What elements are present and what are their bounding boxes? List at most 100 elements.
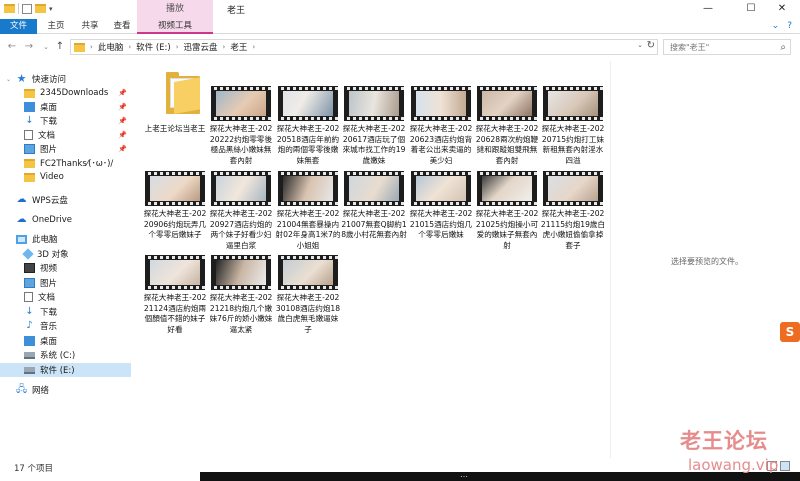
nav-wps-cloud[interactable]: ☁ WPS云盘 <box>0 193 131 207</box>
ribbon-right-controls: ⌄ ? <box>772 21 792 31</box>
nav-label: FC2Thanks⁄(･ω･)/ <box>40 159 114 169</box>
video-item[interactable]: 探花大神老王-20221115约炮19歲白虎小嫩妞偷偷拿掉套子 <box>541 146 605 266</box>
tab-home[interactable]: 主页 <box>42 19 70 34</box>
video-thumbnail <box>411 86 471 121</box>
divider <box>18 3 19 14</box>
nav-documents-quick[interactable]: 文档 📌 <box>0 128 131 142</box>
nav-onedrive[interactable]: ☁ OneDrive <box>0 213 131 227</box>
breadcrumb-laowang[interactable]: 老王 <box>230 41 247 53</box>
tab-video-tools[interactable]: 视频工具 <box>137 19 213 34</box>
pin-icon[interactable]: 📌 <box>118 103 127 111</box>
nav-music[interactable]: ♪ 音乐 <box>0 319 131 333</box>
nav-downloads-quick[interactable]: ↓ 下载 📌 <box>0 114 131 128</box>
nav-network[interactable]: 🖧 网络 <box>0 383 131 397</box>
video-thumbnail <box>145 255 205 290</box>
chevron-right-icon[interactable]: › <box>128 43 131 51</box>
help-icon[interactable]: ? <box>787 21 792 31</box>
chevron-right-icon[interactable]: › <box>176 43 179 51</box>
back-button[interactable]: ← <box>5 40 19 54</box>
pc-icon <box>16 234 27 244</box>
nav-drive-c[interactable]: 系统 (C:) <box>0 348 131 362</box>
nav-drive-e[interactable]: 软件 (E:) <box>0 363 131 377</box>
file-name: 探花大神老王-20221218约炮几个嫩妹76斤的娇小嫩妹逼太紧 <box>209 293 273 334</box>
nav-fc2thanks[interactable]: FC2Thanks⁄(･ω･)/ <box>0 156 131 170</box>
video-item[interactable]: 探花大神老王-20221007無套Q脚約18歲小村花無套內射 <box>341 146 407 266</box>
folder-icon[interactable] <box>4 4 15 13</box>
breadcrumb-drive-e[interactable]: 软件 (E:) <box>136 41 171 53</box>
video-thumbnail <box>543 171 603 206</box>
refresh-icon[interactable]: ↻ <box>647 40 655 51</box>
file-name: 上老王论坛当老王 <box>144 124 206 133</box>
video-thumbnail <box>278 171 338 206</box>
chevron-down-icon[interactable]: ▾ <box>49 5 53 13</box>
forward-button[interactable]: → <box>22 40 36 54</box>
search-input[interactable] <box>670 42 770 52</box>
properties-icon[interactable] <box>22 3 32 14</box>
recent-locations-button[interactable]: ⌄ <box>39 40 53 54</box>
video-item[interactable]: 探花大神老王-20221124酒店約炮兩個顏值不錯的妹子 好看 <box>144 230 206 350</box>
video-item[interactable]: 探花大神老王-20221025约炮操小可爱的嫩妹子無套內射 <box>476 146 538 266</box>
nav-pictures-quick[interactable]: 图片 📌 <box>0 142 131 156</box>
nav-pictures[interactable]: 图片 <box>0 276 131 290</box>
chevron-right-icon[interactable]: › <box>90 43 93 51</box>
nav-videos[interactable]: 视频 <box>0 261 131 275</box>
minimize-button[interactable]: — <box>690 0 726 19</box>
chevron-down-icon[interactable]: ⌄ <box>772 21 780 31</box>
star-icon: ★ <box>16 72 27 85</box>
nav-quick-access[interactable]: ⌄ ★ 快速访问 <box>0 72 131 86</box>
watermark-url: laowang.vip <box>688 456 779 474</box>
chevron-down-icon[interactable]: ⌄ <box>637 41 643 49</box>
video-thumbnail <box>543 86 603 121</box>
new-folder-icon[interactable] <box>35 4 46 13</box>
breadcrumb-xunlei[interactable]: 迅雷云盘 <box>184 41 218 53</box>
nav-video-folder[interactable]: Video <box>0 170 131 184</box>
up-button[interactable]: ↑ <box>53 40 67 54</box>
tab-file[interactable]: 文件 <box>0 19 37 34</box>
3d-icon <box>22 248 34 260</box>
nav-downloads[interactable]: ↓ 下载 <box>0 305 131 319</box>
file-name: 探花大神老王-20230108酒店约炮18歲白虎無毛嫩逼妹子 <box>275 293 341 334</box>
pin-icon[interactable]: 📌 <box>118 145 127 153</box>
nav-desktop[interactable]: 桌面 <box>0 334 131 348</box>
close-button[interactable]: ✕ <box>764 0 800 19</box>
ribbon-tabs: 文件 主页 共享 查看 视频工具 ⌄ ? <box>0 19 800 34</box>
chevron-down-icon[interactable]: ⌄ <box>6 76 14 83</box>
nav-3d-objects[interactable]: 3D 对象 <box>0 247 131 261</box>
pin-icon[interactable]: 📌 <box>118 117 127 125</box>
nav-this-pc[interactable]: 此电脑 <box>0 232 131 246</box>
nav-label: 桌面 <box>40 103 58 113</box>
large-icons-view-icon[interactable] <box>780 461 790 471</box>
video-icon <box>24 263 35 273</box>
sogou-ime-icon[interactable]: S <box>780 322 800 342</box>
pin-icon[interactable]: 📌 <box>118 89 127 97</box>
navigation-pane: ⌄ ★ 快速访问 2345Downloads 📌 桌面 📌 ↓ 下载 📌 文档 … <box>0 61 133 458</box>
video-item[interactable]: 探花大神老王-20221218约炮几个嫩妹76斤的娇小嫩妹逼太紧 <box>209 230 273 350</box>
nav-label: 图片 <box>40 279 58 289</box>
nav-label: 图片 <box>40 145 58 155</box>
chevron-right-icon[interactable]: › <box>223 43 226 51</box>
address-bar[interactable]: › 此电脑 › 软件 (E:) › 迅雷云盘 › 老王 › ⌄ ↻ <box>70 39 658 55</box>
chevron-right-icon[interactable]: › <box>252 43 255 51</box>
search-box[interactable]: ⌕ <box>663 39 791 55</box>
tab-view[interactable]: 查看 <box>108 19 136 34</box>
document-icon <box>24 292 33 302</box>
preview-empty-text: 选择要预览的文件。 <box>671 257 743 266</box>
document-icon <box>24 130 33 140</box>
breadcrumb-this-pc[interactable]: 此电脑 <box>98 41 124 53</box>
watermark-brand: 老王论坛 <box>680 429 768 453</box>
tab-share[interactable]: 共享 <box>76 19 104 34</box>
picture-icon <box>24 144 35 154</box>
nav-label: 视频 <box>40 264 58 274</box>
music-icon: ♪ <box>26 320 33 331</box>
nav-2345downloads[interactable]: 2345Downloads 📌 <box>0 86 131 100</box>
video-item[interactable]: 探花大神老王-20230108酒店约炮18歲白虎無毛嫩逼妹子 <box>275 230 341 350</box>
search-icon[interactable]: ⌕ <box>780 42 786 53</box>
nav-documents[interactable]: 文档 <box>0 290 131 304</box>
video-thumbnail <box>344 86 404 121</box>
video-item[interactable]: 探花大神老王-20221015酒店约炮几个零零后嫩妹 <box>410 146 472 266</box>
folder-icon <box>24 158 35 168</box>
network-icon: 🖧 <box>16 384 28 395</box>
onedrive-icon: ☁ <box>16 214 27 225</box>
pin-icon[interactable]: 📌 <box>118 131 127 139</box>
nav-desktop-quick[interactable]: 桌面 📌 <box>0 100 131 114</box>
